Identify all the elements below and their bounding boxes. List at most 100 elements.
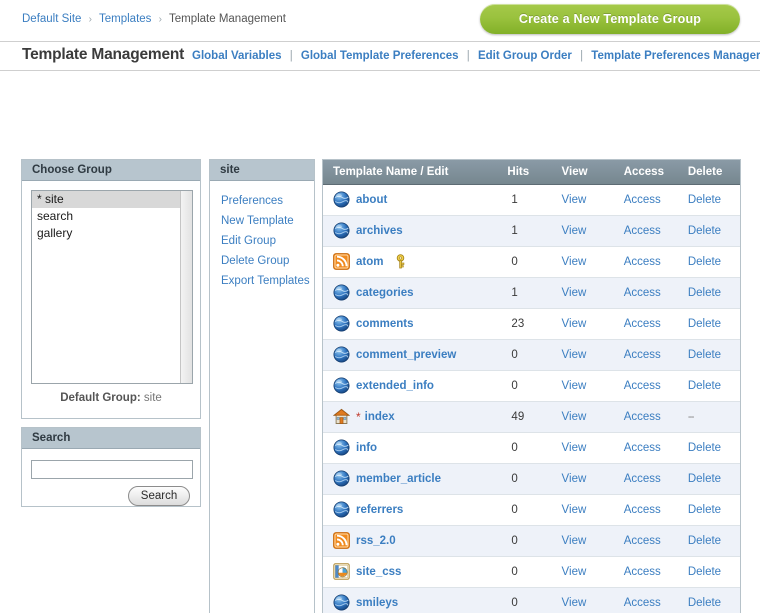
group-menu-heading: site — [210, 160, 314, 181]
template-edit-link[interactable]: about — [356, 194, 387, 206]
template-edit-link[interactable]: site_css — [356, 566, 401, 578]
template-edit-link[interactable]: rss_2.0 — [356, 535, 396, 547]
template-edit-link[interactable]: comment_preview — [356, 349, 456, 361]
column-header-view[interactable]: View — [554, 160, 616, 184]
delete-link[interactable]: Delete — [688, 504, 721, 516]
group-list: * sitesearchgallery — [32, 191, 192, 242]
view-link[interactable]: View — [562, 411, 587, 423]
link-template-preferences-manager[interactable]: Template Preferences Manager — [591, 50, 760, 62]
search-input[interactable] — [31, 460, 193, 479]
breadcrumb-link-default-site[interactable]: Default Site — [22, 13, 81, 25]
group-menu-link-delete-group[interactable]: Delete Group — [221, 255, 289, 267]
cell-delete: Delete — [680, 308, 740, 339]
template-edit-link[interactable]: info — [356, 442, 377, 454]
delete-link[interactable]: Delete — [688, 349, 721, 361]
column-header-template-name[interactable]: Template Name / Edit — [323, 160, 499, 184]
view-link[interactable]: View — [562, 597, 587, 609]
template-edit-link[interactable]: comments — [356, 318, 414, 330]
access-link[interactable]: Access — [624, 411, 661, 423]
view-link[interactable]: View — [562, 318, 587, 330]
access-link[interactable]: Access — [624, 380, 661, 392]
template-edit-link[interactable]: extended_info — [356, 380, 434, 392]
template-edit-link[interactable]: atom — [356, 256, 383, 268]
link-global-variables[interactable]: Global Variables — [192, 50, 281, 62]
view-link[interactable]: View — [562, 535, 587, 547]
breadcrumb-link-templates[interactable]: Templates — [99, 13, 151, 25]
view-link[interactable]: View — [562, 349, 587, 361]
group-listbox[interactable]: * sitesearchgallery — [31, 190, 193, 384]
access-link[interactable]: Access — [624, 535, 661, 547]
access-link[interactable]: Access — [624, 597, 661, 609]
delete-link[interactable]: Delete — [688, 473, 721, 485]
template-edit-link[interactable]: archives — [356, 225, 403, 237]
access-link[interactable]: Access — [624, 349, 661, 361]
delete-disabled: -- — [688, 411, 694, 423]
view-link[interactable]: View — [562, 504, 587, 516]
view-link[interactable]: View — [562, 473, 587, 485]
view-link[interactable]: View — [562, 442, 587, 454]
access-link[interactable]: Access — [624, 256, 661, 268]
cell-delete: Delete — [680, 556, 740, 587]
cell-delete: Delete — [680, 184, 740, 215]
access-link[interactable]: Access — [624, 194, 661, 206]
delete-link[interactable]: Delete — [688, 194, 721, 206]
search-button[interactable]: Search — [128, 486, 190, 506]
access-link[interactable]: Access — [624, 287, 661, 299]
cell-template-name: info — [323, 432, 499, 463]
access-link[interactable]: Access — [624, 442, 661, 454]
delete-link[interactable]: Delete — [688, 256, 721, 268]
cell-template-name: rss_2.0 — [323, 525, 499, 556]
access-link[interactable]: Access — [624, 473, 661, 485]
link-global-template-preferences[interactable]: Global Template Preferences — [301, 50, 459, 62]
delete-link[interactable]: Delete — [688, 380, 721, 392]
delete-link[interactable]: Delete — [688, 225, 721, 237]
access-link[interactable]: Access — [624, 318, 661, 330]
delete-link[interactable]: Delete — [688, 535, 721, 547]
template-edit-link[interactable]: member_article — [356, 473, 441, 485]
column-header-hits[interactable]: Hits — [499, 160, 553, 184]
template-edit-link[interactable]: smileys — [356, 597, 398, 609]
delete-link[interactable]: Delete — [688, 566, 721, 578]
group-list-item[interactable]: gallery — [32, 225, 192, 242]
cell-view: View — [554, 556, 616, 587]
group-menu-link-export-templates[interactable]: Export Templates — [221, 275, 310, 287]
cell-hits: 0 — [499, 370, 553, 401]
column-header-delete[interactable]: Delete — [680, 160, 740, 184]
cell-hits: 0 — [499, 246, 553, 277]
group-menu-list-item: Export Templates — [221, 270, 314, 290]
link-edit-group-order[interactable]: Edit Group Order — [478, 50, 572, 62]
access-link[interactable]: Access — [624, 504, 661, 516]
cell-delete: Delete — [680, 587, 740, 613]
create-new-template-group-button[interactable]: Create a New Template Group — [480, 4, 740, 34]
access-link[interactable]: Access — [624, 566, 661, 578]
cell-view: View — [554, 401, 616, 432]
page-heading-row: Template Management Global Variables | G… — [0, 42, 760, 71]
group-list-scrollbar[interactable] — [180, 191, 192, 383]
search-heading: Search — [22, 428, 200, 449]
access-link[interactable]: Access — [624, 225, 661, 237]
delete-link[interactable]: Delete — [688, 287, 721, 299]
delete-link[interactable]: Delete — [688, 318, 721, 330]
view-link[interactable]: View — [562, 194, 587, 206]
view-link[interactable]: View — [562, 287, 587, 299]
view-link[interactable]: View — [562, 566, 587, 578]
template-edit-link[interactable]: index — [365, 411, 395, 423]
cell-access: Access — [616, 215, 680, 246]
group-menu-link-preferences[interactable]: Preferences — [221, 195, 283, 207]
group-list-item[interactable]: * site — [32, 191, 192, 208]
choose-group-panel: Choose Group * sitesearchgallery Default… — [21, 159, 201, 419]
delete-link[interactable]: Delete — [688, 442, 721, 454]
column-header-access[interactable]: Access — [616, 160, 680, 184]
cell-view: View — [554, 494, 616, 525]
template-edit-link[interactable]: referrers — [356, 504, 403, 516]
group-menu-link-edit-group[interactable]: Edit Group — [221, 235, 276, 247]
view-link[interactable]: View — [562, 225, 587, 237]
delete-link[interactable]: Delete — [688, 597, 721, 609]
cell-hits: 0 — [499, 432, 553, 463]
globe-icon — [333, 594, 350, 611]
view-link[interactable]: View — [562, 380, 587, 392]
group-list-item[interactable]: search — [32, 208, 192, 225]
group-menu-link-new-template[interactable]: New Template — [221, 215, 294, 227]
view-link[interactable]: View — [562, 256, 587, 268]
template-edit-link[interactable]: categories — [356, 287, 414, 299]
